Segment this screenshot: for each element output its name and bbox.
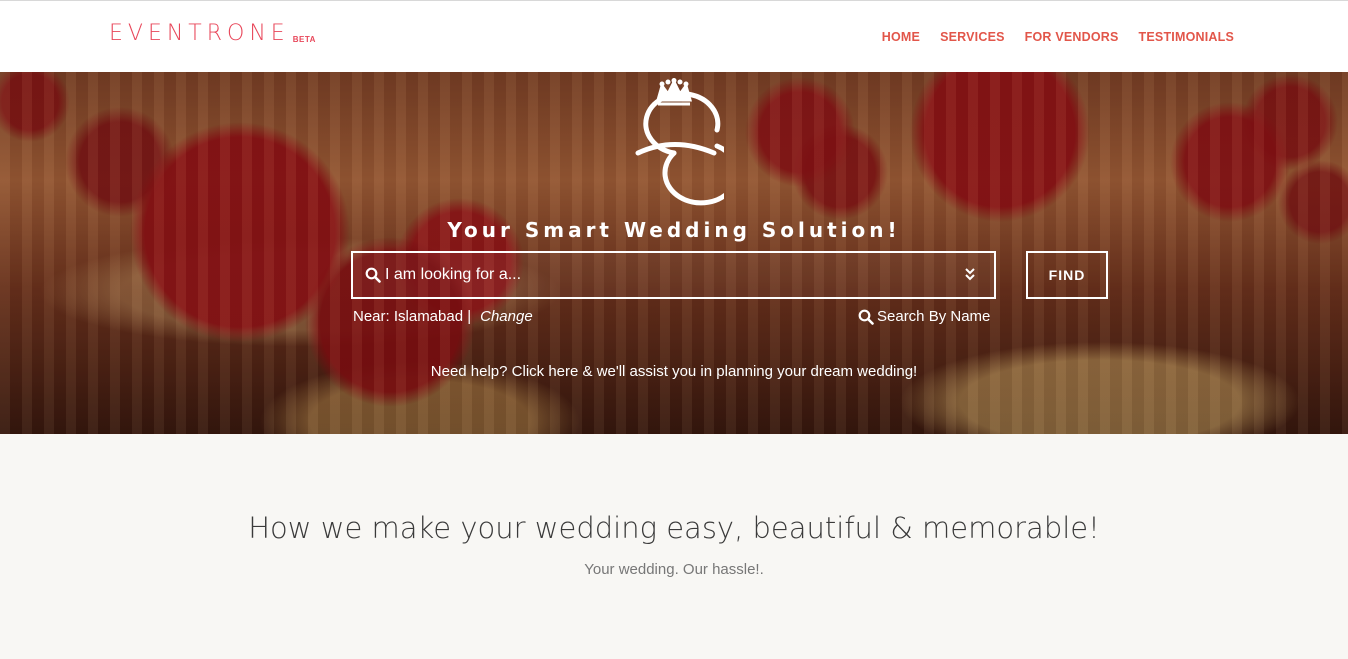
crown-ring-emblem-icon — [635, 78, 724, 206]
eventrone-logo[interactable]: EVENTRONE BETA — [109, 23, 316, 45]
help-link[interactable]: Need help? Click here & we'll assist you… — [0, 363, 1348, 380]
nav-home[interactable]: HOME — [882, 30, 920, 44]
search-by-name-link[interactable]: Search By Name — [858, 308, 990, 325]
search-icon — [365, 267, 381, 283]
nav-for-vendors[interactable]: FOR VENDORS — [1025, 30, 1119, 44]
find-button[interactable]: FIND — [1026, 251, 1108, 299]
section-title: How we make your wedding easy, beautiful… — [248, 511, 1100, 545]
beta-badge: BETA — [292, 35, 316, 44]
double-chevron-down-icon[interactable] — [964, 266, 976, 282]
search-placeholder: I am looking for a... — [385, 266, 522, 283]
hero-banner: Your Smart Wedding Solution! I am lookin… — [0, 72, 1348, 434]
location-selector: Near: Islamabad | Change — [353, 308, 533, 325]
change-location-link[interactable]: Change — [480, 308, 533, 325]
service-search-select[interactable]: I am looking for a... — [351, 251, 996, 299]
main-nav: HOME SERVICES FOR VENDORS TESTIMONIALS — [882, 30, 1234, 44]
search-icon — [858, 309, 874, 325]
logo-wordmark: EVENTRONE — [109, 21, 290, 46]
hero-tagline: Your Smart Wedding Solution! — [447, 218, 901, 242]
near-location-label: Near: Islamabad | — [353, 308, 472, 325]
nav-testimonials[interactable]: TESTIMONIALS — [1139, 30, 1234, 44]
how-it-works-section: How we make your wedding easy, beautiful… — [0, 434, 1348, 659]
section-subtitle: Your wedding. Our hassle!. — [584, 561, 764, 578]
search-by-name-label: Search By Name — [877, 308, 991, 325]
site-header: EVENTRONE BETA HOME SERVICES FOR VENDORS… — [0, 0, 1348, 72]
nav-services[interactable]: SERVICES — [940, 30, 1005, 44]
